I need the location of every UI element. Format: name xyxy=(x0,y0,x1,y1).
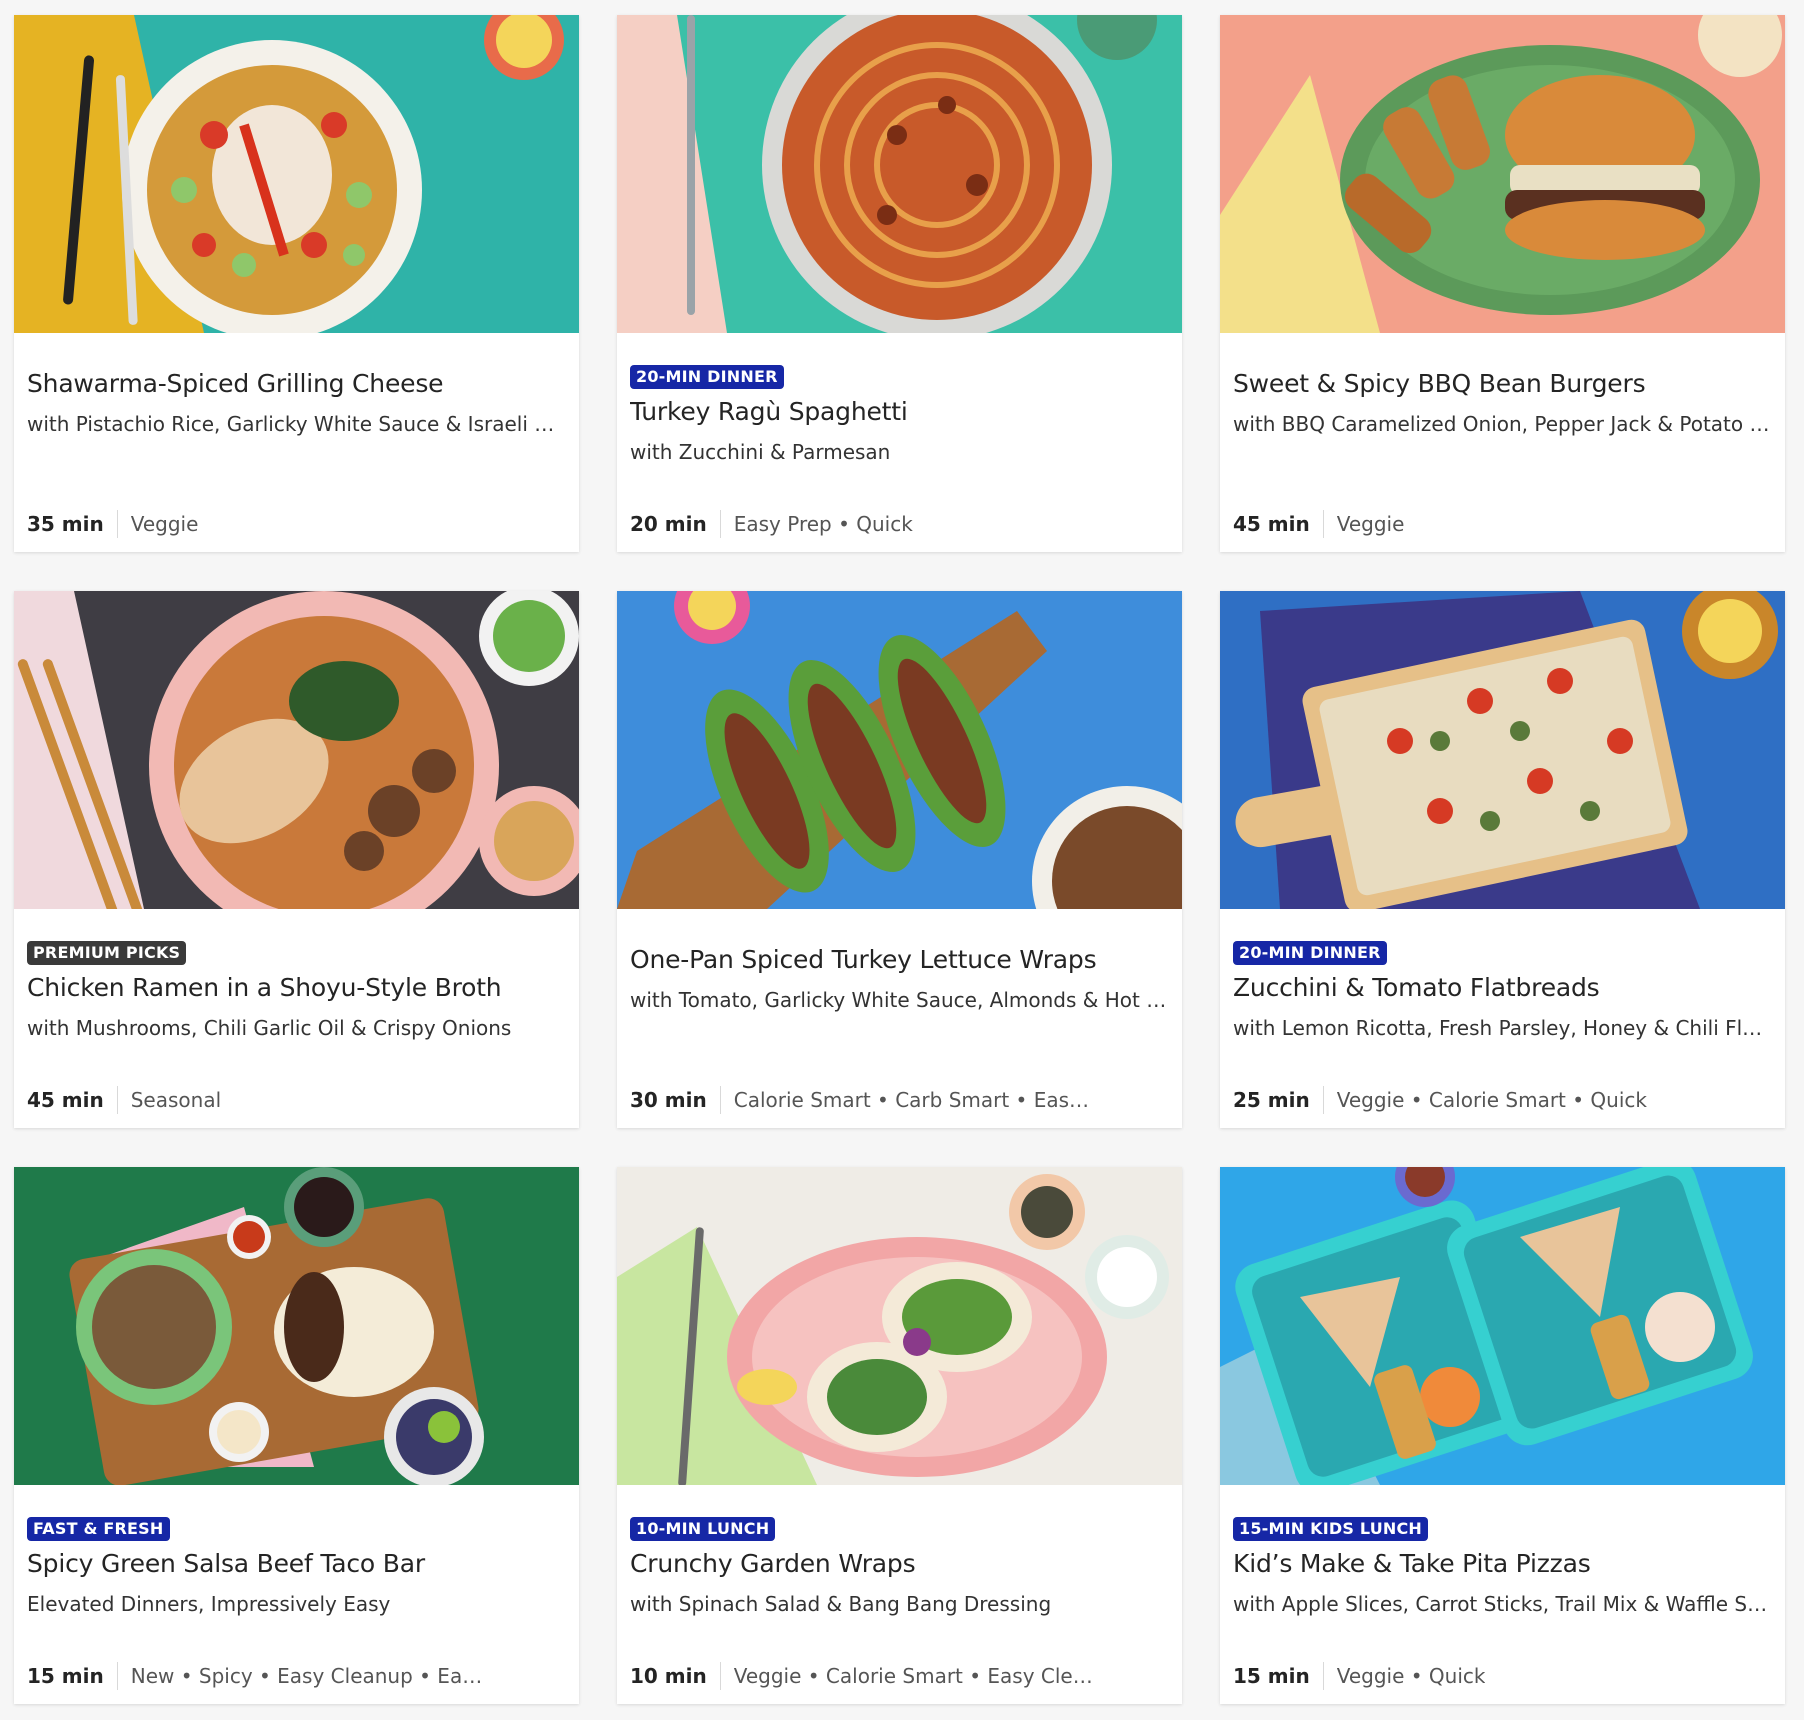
recipe-tags: Veggie • Quick xyxy=(1336,1664,1486,1688)
recipe-subtitle: Elevated Dinners, Impressively Easy xyxy=(27,1592,391,1616)
recipe-tags: Seasonal xyxy=(130,1088,222,1112)
recipe-card[interactable]: Sweet & Spicy BBQ Bean Burgers with BBQ … xyxy=(1220,15,1785,552)
recipe-meta: 15 min Veggie • Quick xyxy=(1233,1662,1772,1690)
divider xyxy=(719,1086,721,1114)
recipe-tags: Easy Prep • Quick xyxy=(733,512,913,536)
recipe-grid: Shawarma-Spiced Grilling Cheese with Pis… xyxy=(14,15,1785,1704)
burger-photo[interactable] xyxy=(1220,15,1785,333)
recipe-title[interactable]: Spicy Green Salsa Beef Taco Bar xyxy=(27,1548,566,1580)
recipe-card[interactable]: One-Pan Spiced Turkey Lettuce Wraps with… xyxy=(617,591,1182,1128)
cook-time: 15 min xyxy=(1233,1664,1310,1688)
recipe-meta: 25 min Veggie • Calorie Smart • Quick xyxy=(1233,1086,1772,1114)
recipe-title[interactable]: Turkey Ragù Spaghetti xyxy=(630,396,1169,428)
divider xyxy=(116,1662,118,1690)
recipe-tags: Calorie Smart • Carb Smart • Easy C… xyxy=(733,1088,1094,1112)
cook-time: 30 min xyxy=(630,1088,707,1112)
divider xyxy=(1322,1086,1324,1114)
rice-bowl-photo[interactable] xyxy=(14,15,579,333)
recipe-tags: Veggie • Calorie Smart • Quick xyxy=(1336,1088,1647,1112)
recipe-badge: 20-MIN DINNER xyxy=(630,365,784,389)
recipe-badge: 15-MIN KIDS LUNCH xyxy=(1233,1517,1429,1541)
recipe-meta: 45 min Veggie xyxy=(1233,510,1772,538)
cook-time: 45 min xyxy=(27,1088,104,1112)
recipe-title[interactable]: Sweet & Spicy BBQ Bean Burgers xyxy=(1233,368,1772,400)
recipe-meta: 30 min Calorie Smart • Carb Smart • Easy… xyxy=(630,1086,1169,1114)
cook-time: 45 min xyxy=(1233,512,1310,536)
flatbread-photo[interactable] xyxy=(1220,591,1785,909)
recipe-card[interactable]: 20-MIN DINNER Turkey Ragù Spaghetti with… xyxy=(617,15,1182,552)
spaghetti-photo[interactable] xyxy=(617,15,1182,333)
recipe-title[interactable]: Kid’s Make & Take Pita Pizzas xyxy=(1233,1548,1772,1580)
recipe-badge: PREMIUM PICKS xyxy=(27,941,187,965)
recipe-card[interactable]: 10-MIN LUNCH Crunchy Garden Wraps with S… xyxy=(617,1167,1182,1704)
lettuce-wraps-photo[interactable] xyxy=(617,591,1182,909)
recipe-badge: 10-MIN LUNCH xyxy=(630,1517,776,1541)
ramen-photo[interactable] xyxy=(14,591,579,909)
recipe-title[interactable]: Chicken Ramen in a Shoyu-Style Broth xyxy=(27,972,566,1004)
recipe-badge: FAST & FRESH xyxy=(27,1517,170,1541)
recipe-badge: 20-MIN DINNER xyxy=(1233,941,1387,965)
recipe-tags: New • Spicy • Easy Cleanup • Easy P… xyxy=(130,1664,491,1688)
pita-pizza-lunchbox-photo[interactable] xyxy=(1220,1167,1785,1485)
recipe-subtitle: with Pistachio Rice, Garlicky White Sauc… xyxy=(27,412,566,436)
recipe-subtitle: with Mushrooms, Chili Garlic Oil & Crisp… xyxy=(27,1016,512,1040)
recipe-card[interactable]: FAST & FRESH Spicy Green Salsa Beef Taco… xyxy=(14,1167,579,1704)
recipe-meta: 10 min Veggie • Calorie Smart • Easy Cle… xyxy=(630,1662,1169,1690)
recipe-subtitle: with Zucchini & Parmesan xyxy=(630,440,891,464)
taco-bar-photo[interactable] xyxy=(14,1167,579,1485)
cook-time: 25 min xyxy=(1233,1088,1310,1112)
cook-time: 10 min xyxy=(630,1664,707,1688)
recipe-card[interactable]: 15-MIN KIDS LUNCH Kid’s Make & Take Pita… xyxy=(1220,1167,1785,1704)
cook-time: 15 min xyxy=(27,1664,104,1688)
recipe-card[interactable]: Shawarma-Spiced Grilling Cheese with Pis… xyxy=(14,15,579,552)
recipe-tags: Veggie • Calorie Smart • Easy Clean… xyxy=(733,1664,1094,1688)
recipe-card[interactable]: PREMIUM PICKS Chicken Ramen in a Shoyu-S… xyxy=(14,591,579,1128)
divider xyxy=(719,510,721,538)
recipe-meta: 15 min New • Spicy • Easy Cleanup • Easy… xyxy=(27,1662,566,1690)
recipe-subtitle: with Apple Slices, Carrot Sticks, Trail … xyxy=(1233,1592,1772,1616)
recipe-subtitle: with Lemon Ricotta, Fresh Parsley, Honey… xyxy=(1233,1016,1772,1040)
recipe-title[interactable]: Crunchy Garden Wraps xyxy=(630,1548,1169,1580)
recipe-meta: 35 min Veggie xyxy=(27,510,566,538)
divider xyxy=(116,1086,118,1114)
cook-time: 20 min xyxy=(630,512,707,536)
recipe-title[interactable]: Zucchini & Tomato Flatbreads xyxy=(1233,972,1772,1004)
recipe-tags: Veggie xyxy=(1336,512,1405,536)
recipe-title[interactable]: One-Pan Spiced Turkey Lettuce Wraps xyxy=(630,944,1169,976)
divider xyxy=(116,510,118,538)
recipe-tags: Veggie xyxy=(130,512,199,536)
recipe-meta: 20 min Easy Prep • Quick xyxy=(630,510,1169,538)
recipe-subtitle: with Tomato, Garlicky White Sauce, Almon… xyxy=(630,988,1169,1012)
recipe-subtitle: with BBQ Caramelized Onion, Pepper Jack … xyxy=(1233,412,1772,436)
recipe-meta: 45 min Seasonal xyxy=(27,1086,566,1114)
divider xyxy=(1322,1662,1324,1690)
cook-time: 35 min xyxy=(27,512,104,536)
divider xyxy=(1322,510,1324,538)
divider xyxy=(719,1662,721,1690)
recipe-title[interactable]: Shawarma-Spiced Grilling Cheese xyxy=(27,368,566,400)
recipe-subtitle: with Spinach Salad & Bang Bang Dressing xyxy=(630,1592,1052,1616)
garden-wraps-photo[interactable] xyxy=(617,1167,1182,1485)
recipe-card[interactable]: 20-MIN DINNER Zucchini & Tomato Flatbrea… xyxy=(1220,591,1785,1128)
